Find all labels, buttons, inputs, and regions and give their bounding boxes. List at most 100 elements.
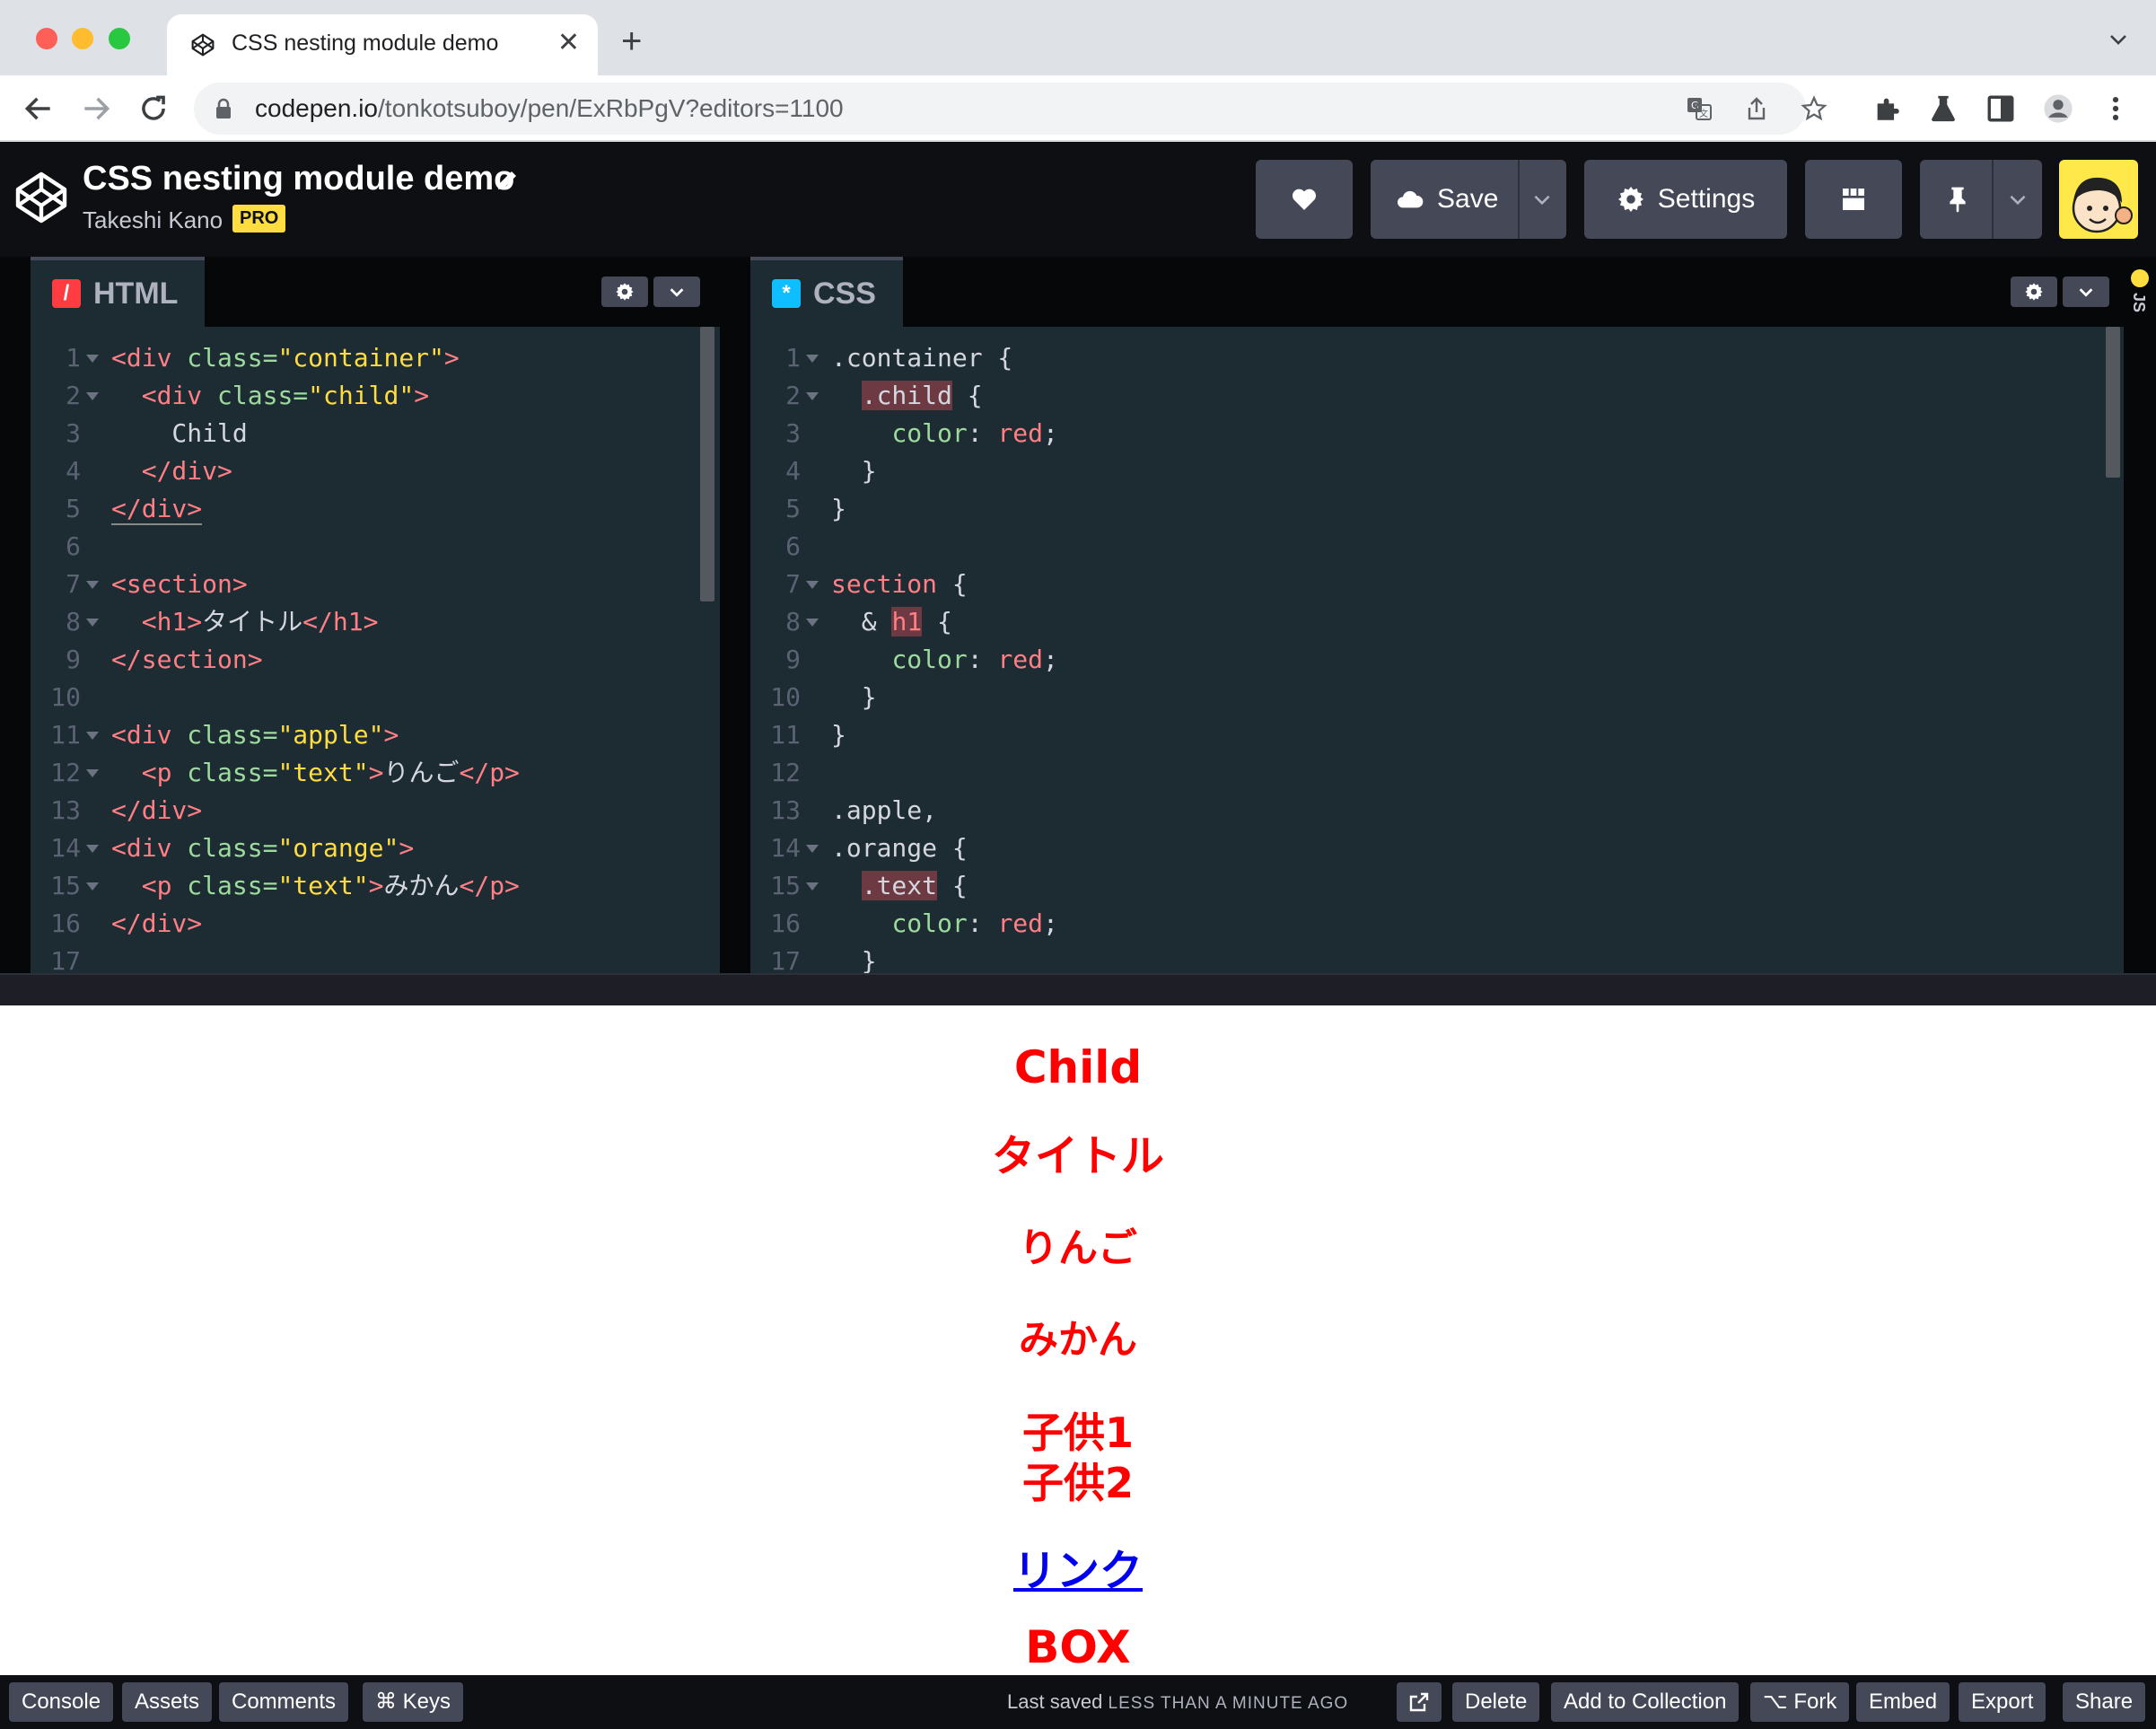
fold-arrow-icon[interactable] bbox=[86, 392, 99, 400]
fold-arrow-icon[interactable] bbox=[806, 392, 819, 400]
tab-html[interactable]: / HTML bbox=[31, 257, 206, 327]
side-panel-icon[interactable] bbox=[1985, 93, 2016, 124]
html-code-line[interactable]: 17 bbox=[31, 943, 720, 973]
fold-arrow-icon[interactable] bbox=[86, 581, 99, 589]
html-editor[interactable]: / HTML 1 <div class="container"> 2 <div cl… bbox=[31, 257, 720, 973]
fold-arrow-icon[interactable] bbox=[806, 882, 819, 891]
html-code-line[interactable]: 14 <div class="orange"> bbox=[31, 829, 720, 867]
fold-arrow-icon[interactable] bbox=[806, 619, 819, 627]
html-code-line[interactable]: 7 <section> bbox=[31, 566, 720, 603]
save-button[interactable]: Save bbox=[1371, 160, 1566, 239]
css-code-line[interactable]: 15 .text { bbox=[750, 867, 2124, 905]
comments-button[interactable]: Comments bbox=[219, 1682, 349, 1722]
html-code-line[interactable]: 11 <div class="apple"> bbox=[31, 716, 720, 754]
delete-button[interactable]: Delete bbox=[1452, 1682, 1540, 1722]
window-minimize-button[interactable] bbox=[72, 28, 93, 49]
css-code-area[interactable]: 1 .container {2 .child {3 color: red; 4 } 5… bbox=[750, 327, 2124, 973]
css-code-line[interactable]: 14 .orange { bbox=[750, 829, 2124, 867]
pencil-edit-icon[interactable] bbox=[494, 167, 521, 194]
chevron-down-icon[interactable] bbox=[2108, 29, 2129, 50]
css-code-line[interactable]: 10 } bbox=[750, 679, 2124, 716]
css-code-line[interactable]: 1 .container { bbox=[750, 339, 2124, 377]
css-code-line[interactable]: 4 } bbox=[750, 452, 2124, 490]
fold-arrow-icon[interactable] bbox=[86, 845, 99, 853]
html-code-line[interactable]: 5 </div> bbox=[31, 490, 720, 528]
fork-button[interactable]: ⌥ Fork bbox=[1750, 1682, 1850, 1722]
bookmark-star-icon[interactable] bbox=[1801, 95, 1827, 122]
css-code-line[interactable]: 6 bbox=[750, 528, 2124, 566]
css-code-line[interactable]: 11} bbox=[750, 716, 2124, 754]
html-code-line[interactable]: 6 bbox=[31, 528, 720, 566]
fold-arrow-icon[interactable] bbox=[806, 845, 819, 853]
new-tab-button[interactable]: + bbox=[621, 23, 642, 59]
window-close-button[interactable] bbox=[36, 28, 57, 49]
translate-icon[interactable]: G文 bbox=[1686, 95, 1713, 122]
console-button[interactable]: Console bbox=[9, 1682, 114, 1722]
extensions-puzzle-icon[interactable] bbox=[1872, 93, 1903, 124]
css-code-line[interactable]: 17 } bbox=[750, 943, 2124, 973]
css-editor[interactable]: * CSS 1 .container {2 .child {3 color: re… bbox=[750, 257, 2124, 973]
css-code-line[interactable]: 12 bbox=[750, 754, 2124, 792]
preview-link[interactable]: リンク bbox=[1013, 1546, 1143, 1596]
preview-resize-handle[interactable] bbox=[0, 973, 2156, 1005]
open-external-button[interactable] bbox=[1397, 1682, 1442, 1722]
back-arrow-icon[interactable] bbox=[22, 92, 56, 126]
css-code-line[interactable]: 13 .apple, bbox=[750, 792, 2124, 829]
tab-close-icon[interactable]: ✕ bbox=[557, 27, 580, 58]
fold-arrow-icon[interactable] bbox=[86, 619, 99, 627]
css-settings-button[interactable] bbox=[2011, 276, 2057, 307]
html-code-line[interactable]: 10 bbox=[31, 679, 720, 716]
css-code-line[interactable]: 8 & h1 { bbox=[750, 603, 2124, 641]
fold-arrow-icon[interactable] bbox=[86, 732, 99, 740]
window-zoom-button[interactable] bbox=[109, 28, 130, 49]
keys-button[interactable]: ⌘ Keys bbox=[363, 1682, 464, 1722]
export-button[interactable]: Export bbox=[1959, 1682, 2046, 1722]
codepen-logo-icon[interactable] bbox=[13, 169, 70, 226]
html-code-line[interactable]: 4 </div> bbox=[31, 452, 720, 490]
pin-button[interactable] bbox=[1920, 160, 2042, 239]
css-code-line[interactable]: 2 .child { bbox=[750, 377, 2124, 415]
css-collapse-button[interactable] bbox=[2063, 276, 2109, 307]
fold-arrow-icon[interactable] bbox=[806, 355, 819, 363]
css-code-line[interactable]: 9 color: red; bbox=[750, 641, 2124, 679]
settings-button[interactable]: Settings bbox=[1584, 160, 1787, 239]
html-code-line[interactable]: 2 <div class="child"> bbox=[31, 377, 720, 415]
html-code-line[interactable]: 9 </section> bbox=[31, 641, 720, 679]
url-text[interactable]: codepen.io/tonkotsuboy/pen/ExRbPgV?edito… bbox=[255, 94, 844, 123]
fold-arrow-icon[interactable] bbox=[806, 581, 819, 589]
html-editor-scrollbar[interactable] bbox=[700, 327, 714, 601]
html-code-line[interactable]: 16 </div> bbox=[31, 905, 720, 943]
html-collapse-button[interactable] bbox=[653, 276, 700, 307]
share-icon[interactable] bbox=[1743, 95, 1770, 122]
reload-icon[interactable] bbox=[136, 92, 171, 126]
user-avatar[interactable] bbox=[2059, 160, 2138, 239]
chevron-down-icon[interactable] bbox=[1530, 188, 1554, 211]
fold-arrow-icon[interactable] bbox=[86, 355, 99, 363]
tab-css[interactable]: * CSS bbox=[750, 257, 903, 327]
css-code-line[interactable]: 7 section { bbox=[750, 566, 2124, 603]
forward-arrow-icon[interactable] bbox=[79, 92, 113, 126]
html-code-line[interactable]: 13 </div> bbox=[31, 792, 720, 829]
fold-arrow-icon[interactable] bbox=[86, 882, 99, 891]
css-code-line[interactable]: 5} bbox=[750, 490, 2124, 528]
html-code-line[interactable]: 12 <p class="text">りんご</p> bbox=[31, 754, 720, 792]
more-vertical-icon[interactable] bbox=[2100, 93, 2131, 124]
profile-avatar-icon[interactable] bbox=[2043, 93, 2073, 124]
css-editor-scrollbar[interactable] bbox=[2106, 327, 2120, 478]
labs-flask-icon[interactable] bbox=[1928, 93, 1959, 124]
change-view-button[interactable] bbox=[1805, 160, 1902, 239]
html-code-line[interactable]: 8 <h1>タイトル</h1> bbox=[31, 603, 720, 641]
css-code-line[interactable]: 16 color: red; bbox=[750, 905, 2124, 943]
fold-arrow-icon[interactable] bbox=[86, 769, 99, 777]
browser-tab-active[interactable]: CSS nesting module demo ✕ bbox=[167, 14, 598, 75]
love-button[interactable] bbox=[1256, 160, 1353, 239]
embed-button[interactable]: Embed bbox=[1856, 1682, 1950, 1722]
js-collapsed-panel[interactable]: JS bbox=[2124, 257, 2156, 973]
html-code-line[interactable]: 1 <div class="container"> bbox=[31, 339, 720, 377]
lock-icon[interactable] bbox=[215, 98, 232, 119]
share-button[interactable]: Share bbox=[2063, 1682, 2146, 1722]
author-name[interactable]: Takeshi Kano bbox=[83, 206, 223, 234]
chevron-down-icon[interactable] bbox=[2006, 188, 2029, 211]
add-to-collection-button[interactable]: Add to Collection bbox=[1551, 1682, 1740, 1722]
html-settings-button[interactable] bbox=[601, 276, 648, 307]
